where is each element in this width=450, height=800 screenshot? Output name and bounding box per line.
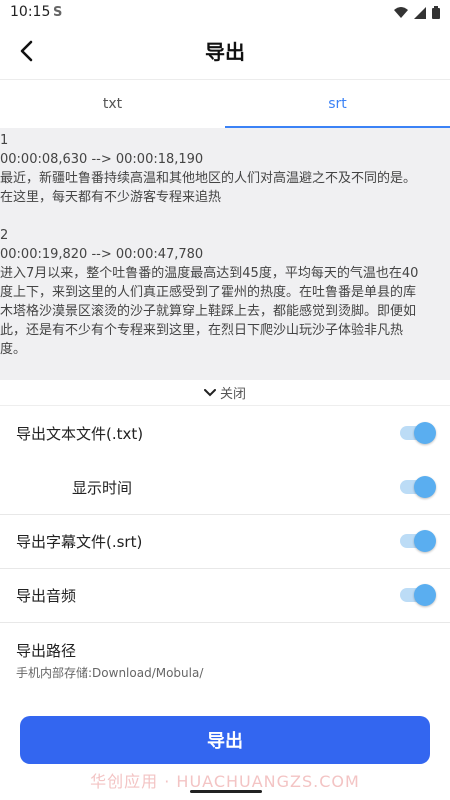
subtitle-text: 度上下，来到这里的人们真正感受到了霍州的热度。在吐鲁番是单县的库 xyxy=(0,285,417,300)
tab-srt[interactable]: srt xyxy=(225,80,450,128)
home-indicator xyxy=(190,790,262,793)
wifi-icon xyxy=(394,4,408,23)
status-bar: 10:15 S xyxy=(0,0,450,24)
subtitle-preview[interactable]: 1 00:00:08,630 --> 00:00:18,190 最近，新疆吐鲁番… xyxy=(0,128,450,380)
subtitle-text: 最近，新疆吐鲁番持续高温和其他地区的人们对高温避之不及不同的是。 xyxy=(0,171,417,186)
export-path-value[interactable]: 手机内部存储:Download/Mobula/ xyxy=(16,664,203,681)
signal-icon xyxy=(414,4,426,23)
subtitle-text: 在这里，每天都有不少游客专程来追热 xyxy=(0,190,222,205)
divider xyxy=(0,622,450,623)
chevron-down-icon xyxy=(203,388,216,396)
page-title: 导出 xyxy=(205,40,245,64)
tab-txt[interactable]: txt xyxy=(0,80,225,128)
export-txt-section: 导出文本文件(.txt) 显示时间 xyxy=(0,406,450,514)
subtitle-index: 2 xyxy=(0,228,9,243)
show-time-toggle[interactable] xyxy=(400,476,436,498)
svg-text:S: S xyxy=(53,5,62,18)
subtitle-index: 1 xyxy=(0,133,9,148)
export-txt-label: 导出文本文件(.txt) xyxy=(16,425,144,443)
subtitle-time: 00:00:19,820 --> 00:00:47,780 xyxy=(0,247,204,262)
subtitle-entry: 1 00:00:08,630 --> 00:00:18,190 最近，新疆吐鲁番… xyxy=(0,131,450,207)
format-tabs: txt srt xyxy=(0,79,450,129)
export-path-label: 导出路径 xyxy=(16,642,77,660)
subtitle-text: 进入7月以来，整个吐鲁番的温度最高达到45度，平均每天的气温也在40 xyxy=(0,266,419,281)
export-srt-row: 导出字幕文件(.srt) xyxy=(0,515,450,569)
subtitle-time: 00:00:08,630 --> 00:00:18,190 xyxy=(0,152,204,167)
status-time: 10:15 xyxy=(10,4,51,20)
export-audio-row: 导出音频 xyxy=(0,569,450,622)
subtitle-text: 木塔格沙漠景区滚烫的沙子就算穿上鞋踩上去，都能感觉到烫脚。即便如 xyxy=(0,304,417,319)
subtitle-text: 此，还是有不少有个专程来到这里，在烈日下爬沙山玩沙子体验非凡热 xyxy=(0,323,404,338)
s-icon: S xyxy=(52,4,64,22)
show-time-label: 显示时间 xyxy=(72,479,133,497)
export-audio-toggle[interactable] xyxy=(400,584,436,606)
subtitle-entry: 2 00:00:19,820 --> 00:00:47,780 进入7月以来，整… xyxy=(0,226,450,359)
export-srt-toggle[interactable] xyxy=(400,530,436,552)
collapse-button[interactable]: 关闭 xyxy=(0,380,450,406)
watermark: 华创应用 · HUACHUANGZS.COM xyxy=(90,772,360,791)
export-srt-label: 导出字幕文件(.srt) xyxy=(16,533,143,551)
app-bar: 导出 xyxy=(0,24,450,79)
export-audio-label: 导出音频 xyxy=(16,587,77,605)
collapse-label: 关闭 xyxy=(219,387,246,402)
subtitle-text: 度。 xyxy=(0,342,27,357)
export-txt-toggle[interactable] xyxy=(400,422,436,444)
battery-icon xyxy=(432,4,440,23)
export-button[interactable]: 导出 xyxy=(20,716,430,764)
